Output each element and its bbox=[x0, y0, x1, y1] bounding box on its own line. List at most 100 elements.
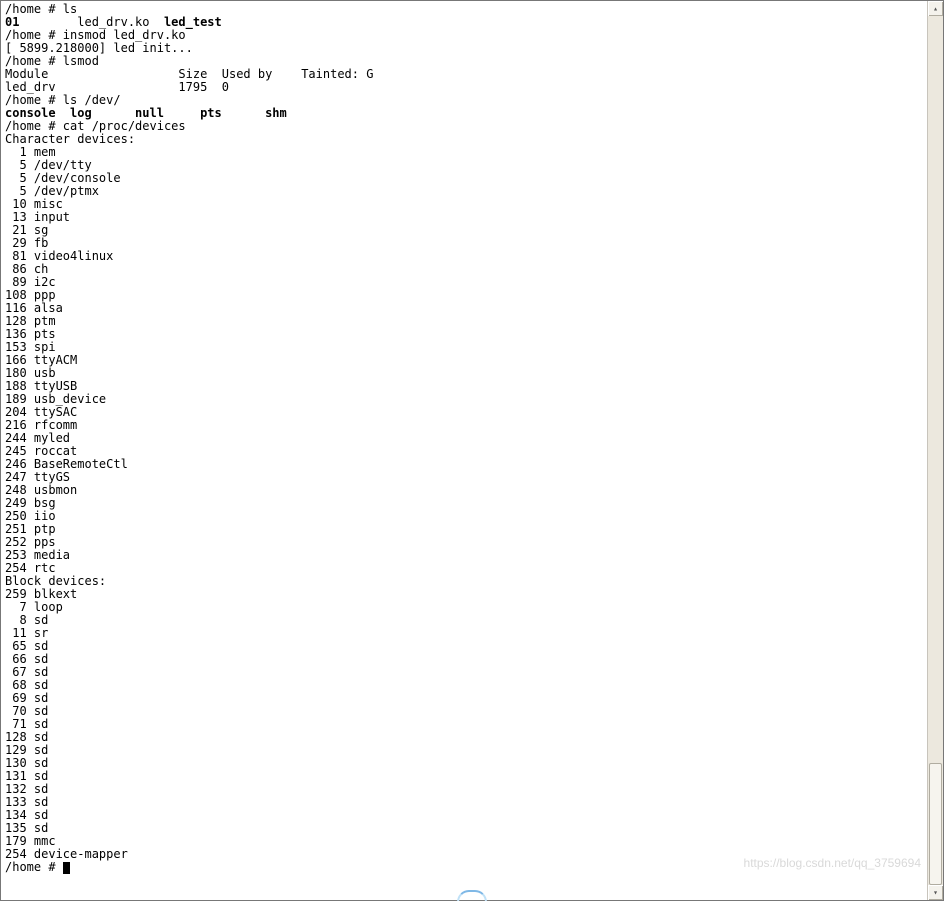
terminal-line: 65 sd bbox=[5, 640, 923, 653]
terminal-text: Block devices: bbox=[5, 574, 106, 588]
terminal-line: 249 bsg bbox=[5, 497, 923, 510]
terminal-line: 166 ttyACM bbox=[5, 354, 923, 367]
terminal-line: /home # cat /proc/devices bbox=[5, 120, 923, 133]
terminal-text: Module Size Used by Tainted: G bbox=[5, 67, 373, 81]
terminal-text: 254 rtc bbox=[5, 561, 56, 575]
terminal-text: /home # ls /dev/ bbox=[5, 93, 121, 107]
terminal-prompt-line: /home # bbox=[5, 861, 923, 874]
terminal-text: 249 bsg bbox=[5, 496, 56, 510]
terminal-text: 252 pps bbox=[5, 535, 56, 549]
terminal-line: 128 sd bbox=[5, 731, 923, 744]
terminal-text: 10 misc bbox=[5, 197, 63, 211]
terminal-prompt: /home # bbox=[5, 860, 63, 874]
terminal-window: /home # ls01 led_drv.ko led_test/home # … bbox=[0, 0, 944, 901]
terminal-line: 5 /dev/console bbox=[5, 172, 923, 185]
terminal-line: 10 misc bbox=[5, 198, 923, 211]
terminal-line: 259 blkext bbox=[5, 588, 923, 601]
terminal-text: /home # lsmod bbox=[5, 54, 99, 68]
terminal-text: 153 spi bbox=[5, 340, 56, 354]
terminal-text: 204 ttySAC bbox=[5, 405, 77, 419]
terminal-line: 216 rfcomm bbox=[5, 419, 923, 432]
terminal-line: 71 sd bbox=[5, 718, 923, 731]
scroll-up-button[interactable]: ▴ bbox=[928, 1, 943, 16]
terminal-text: /home # cat /proc/devices bbox=[5, 119, 186, 133]
terminal-text: 179 mmc bbox=[5, 834, 56, 848]
terminal-text: 1 mem bbox=[5, 145, 56, 159]
terminal-line: 5 /dev/tty bbox=[5, 159, 923, 172]
terminal-line: 81 video4linux bbox=[5, 250, 923, 263]
terminal-line: 250 iio bbox=[5, 510, 923, 523]
scroll-down-button[interactable]: ▾ bbox=[928, 885, 943, 900]
terminal-line: 248 usbmon bbox=[5, 484, 923, 497]
terminal-text: 244 myled bbox=[5, 431, 70, 445]
terminal-text: 245 roccat bbox=[5, 444, 77, 458]
terminal-line: 254 device-mapper bbox=[5, 848, 923, 861]
terminal-line: led_drv 1795 0 bbox=[5, 81, 923, 94]
terminal-text: 246 BaseRemoteCtl bbox=[5, 457, 128, 471]
terminal-text: 68 sd bbox=[5, 678, 48, 692]
terminal-line: 67 sd bbox=[5, 666, 923, 679]
terminal-text: 01 bbox=[5, 15, 19, 29]
terminal-text: /home # insmod led_drv.ko bbox=[5, 28, 186, 42]
terminal-text: 7 loop bbox=[5, 600, 63, 614]
terminal-line: 129 sd bbox=[5, 744, 923, 757]
terminal-line: 204 ttySAC bbox=[5, 406, 923, 419]
terminal-text: led_drv.ko bbox=[19, 15, 164, 29]
terminal-text: 128 ptm bbox=[5, 314, 56, 328]
terminal-text: 67 sd bbox=[5, 665, 48, 679]
terminal-line: 253 media bbox=[5, 549, 923, 562]
terminal-line: 13 input bbox=[5, 211, 923, 224]
terminal-line: 86 ch bbox=[5, 263, 923, 276]
terminal-text: 81 video4linux bbox=[5, 249, 113, 263]
terminal-text: 248 usbmon bbox=[5, 483, 77, 497]
terminal-text: 130 sd bbox=[5, 756, 48, 770]
terminal-line: 180 usb bbox=[5, 367, 923, 380]
terminal-text: 166 ttyACM bbox=[5, 353, 77, 367]
terminal-line: 128 ptm bbox=[5, 315, 923, 328]
terminal-text: 133 sd bbox=[5, 795, 48, 809]
terminal-text: 216 rfcomm bbox=[5, 418, 77, 432]
terminal-line: [ 5899.218000] led init... bbox=[5, 42, 923, 55]
terminal-line: 136 pts bbox=[5, 328, 923, 341]
terminal-line: 5 /dev/ptmx bbox=[5, 185, 923, 198]
terminal-text: 21 sg bbox=[5, 223, 48, 237]
terminal-text: 131 sd bbox=[5, 769, 48, 783]
terminal-text: /home # ls bbox=[5, 2, 77, 16]
terminal-line: 153 spi bbox=[5, 341, 923, 354]
terminal-text: 11 sr bbox=[5, 626, 48, 640]
scrollbar-track[interactable] bbox=[928, 16, 943, 885]
terminal-text: 134 sd bbox=[5, 808, 48, 822]
terminal-text: 129 sd bbox=[5, 743, 48, 757]
terminal-text: 250 iio bbox=[5, 509, 56, 523]
terminal-text: 66 sd bbox=[5, 652, 48, 666]
terminal-text: 132 sd bbox=[5, 782, 48, 796]
terminal-text: 254 device-mapper bbox=[5, 847, 128, 861]
terminal-text: 259 blkext bbox=[5, 587, 77, 601]
terminal-line: 89 i2c bbox=[5, 276, 923, 289]
terminal-line: 244 myled bbox=[5, 432, 923, 445]
scrollbar-thumb[interactable] bbox=[929, 763, 942, 885]
terminal-text: 8 sd bbox=[5, 613, 48, 627]
terminal-text: 136 pts bbox=[5, 327, 56, 341]
terminal-text: 247 ttyGS bbox=[5, 470, 70, 484]
terminal-line: 246 BaseRemoteCtl bbox=[5, 458, 923, 471]
terminal-text: 13 input bbox=[5, 210, 70, 224]
terminal-line: 21 sg bbox=[5, 224, 923, 237]
terminal-line: 254 rtc bbox=[5, 562, 923, 575]
terminal-line: 66 sd bbox=[5, 653, 923, 666]
terminal-text: 253 media bbox=[5, 548, 70, 562]
terminal-text: 86 ch bbox=[5, 262, 48, 276]
terminal-text: 188 ttyUSB bbox=[5, 379, 77, 393]
terminal-body[interactable]: /home # ls01 led_drv.ko led_test/home # … bbox=[1, 1, 927, 900]
terminal-line: 116 alsa bbox=[5, 302, 923, 315]
terminal-text: 116 alsa bbox=[5, 301, 63, 315]
terminal-text: led_drv 1795 0 bbox=[5, 80, 229, 94]
terminal-text: 180 usb bbox=[5, 366, 56, 380]
terminal-line: 245 roccat bbox=[5, 445, 923, 458]
scrollbar: ▴ ▾ bbox=[927, 1, 943, 900]
terminal-text: 5 /dev/tty bbox=[5, 158, 92, 172]
terminal-line: 189 usb_device bbox=[5, 393, 923, 406]
terminal-line: 131 sd bbox=[5, 770, 923, 783]
terminal-text: 71 sd bbox=[5, 717, 48, 731]
terminal-text: 5 /dev/ptmx bbox=[5, 184, 99, 198]
